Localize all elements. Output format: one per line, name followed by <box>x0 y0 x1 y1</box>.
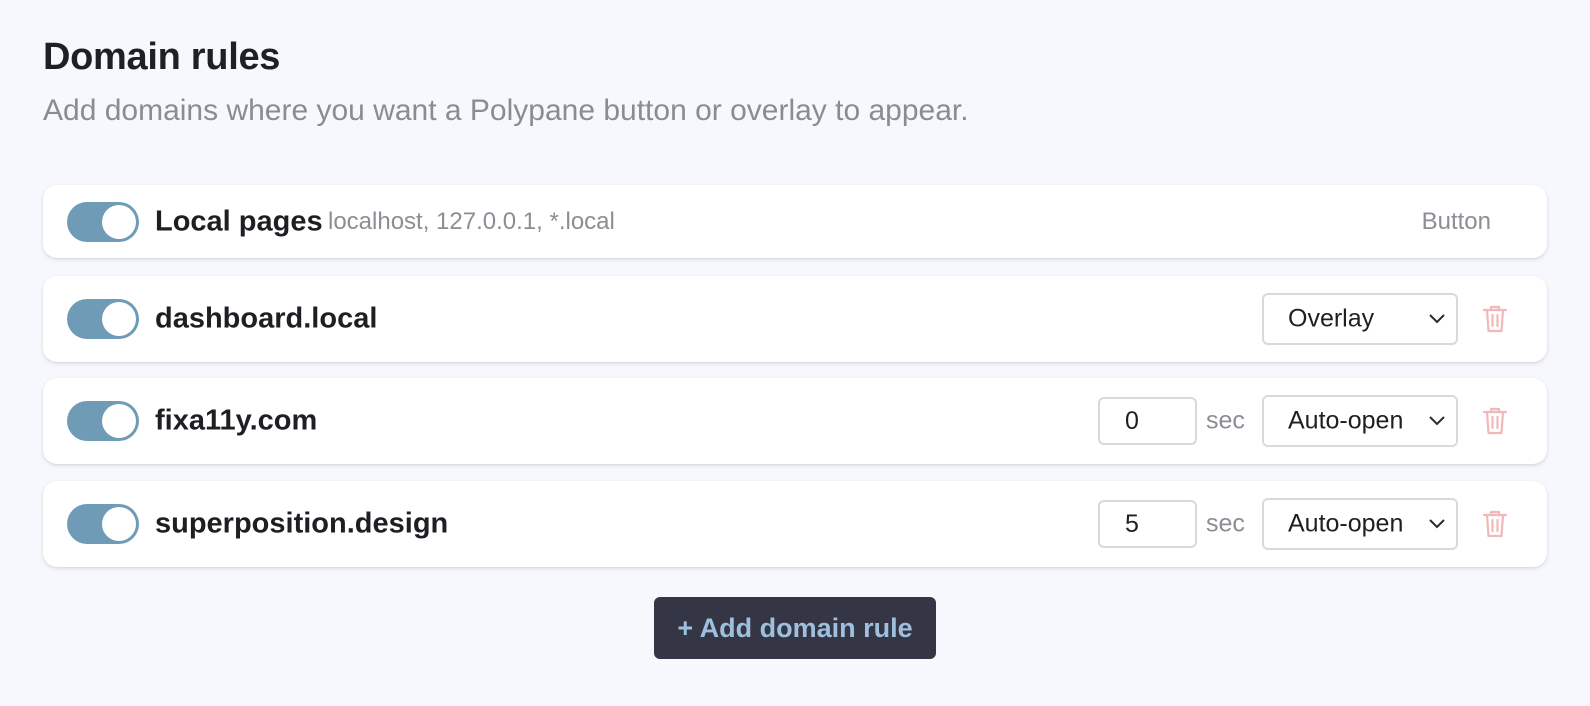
trash-icon[interactable] <box>1482 304 1508 334</box>
toggle-knob <box>102 404 136 438</box>
add-domain-rule-button[interactable]: + Add domain rule <box>654 597 936 659</box>
rule-row-dashboard-local: dashboard.local Overlay <box>43 276 1547 362</box>
delay-input[interactable] <box>1098 500 1197 548</box>
mode-select[interactable]: Auto-open <box>1262 498 1458 550</box>
delay-unit: sec <box>1206 406 1245 435</box>
domain-rules-page: Domain rules Add domains where you want … <box>0 0 1590 706</box>
delay-unit: sec <box>1206 509 1245 538</box>
mode-select-value: Overlay <box>1288 304 1375 333</box>
toggle-knob <box>102 302 136 336</box>
mode-select-value: Auto-open <box>1288 406 1404 435</box>
chevron-down-icon <box>1429 416 1445 426</box>
rule-hosts: localhost, 127.0.0.1, *.local <box>328 207 615 235</box>
mode-select[interactable]: Auto-open <box>1262 395 1458 447</box>
toggle-knob <box>102 204 136 239</box>
chevron-down-icon <box>1429 519 1445 529</box>
toggle-knob <box>102 507 136 541</box>
trash-icon[interactable] <box>1482 406 1508 436</box>
rule-name: dashboard.local <box>155 302 378 335</box>
delay-input[interactable] <box>1098 397 1197 445</box>
mode-select[interactable]: Overlay <box>1262 293 1458 345</box>
rule-row-local-pages: Local pages localhost, 127.0.0.1, *.loca… <box>43 185 1547 258</box>
rule-toggle[interactable] <box>67 504 139 544</box>
rule-row-superposition: superposition.design sec Auto-open <box>43 481 1547 567</box>
rule-toggle[interactable] <box>67 299 139 339</box>
page-subtitle: Add domains where you want a Polypane bu… <box>43 94 969 127</box>
trash-icon[interactable] <box>1482 509 1508 539</box>
rule-name: fixa11y.com <box>155 404 318 437</box>
rule-toggle[interactable] <box>67 401 139 441</box>
chevron-down-icon <box>1429 314 1445 324</box>
mode-select-value: Auto-open <box>1288 509 1404 538</box>
rule-name: Local pages <box>155 205 323 237</box>
rule-row-fixa11y: fixa11y.com sec Auto-open <box>43 378 1547 464</box>
rule-name: superposition.design <box>155 507 449 540</box>
rule-mode-label: Button <box>1421 207 1491 235</box>
page-title: Domain rules <box>43 36 281 78</box>
rule-toggle[interactable] <box>67 201 139 242</box>
